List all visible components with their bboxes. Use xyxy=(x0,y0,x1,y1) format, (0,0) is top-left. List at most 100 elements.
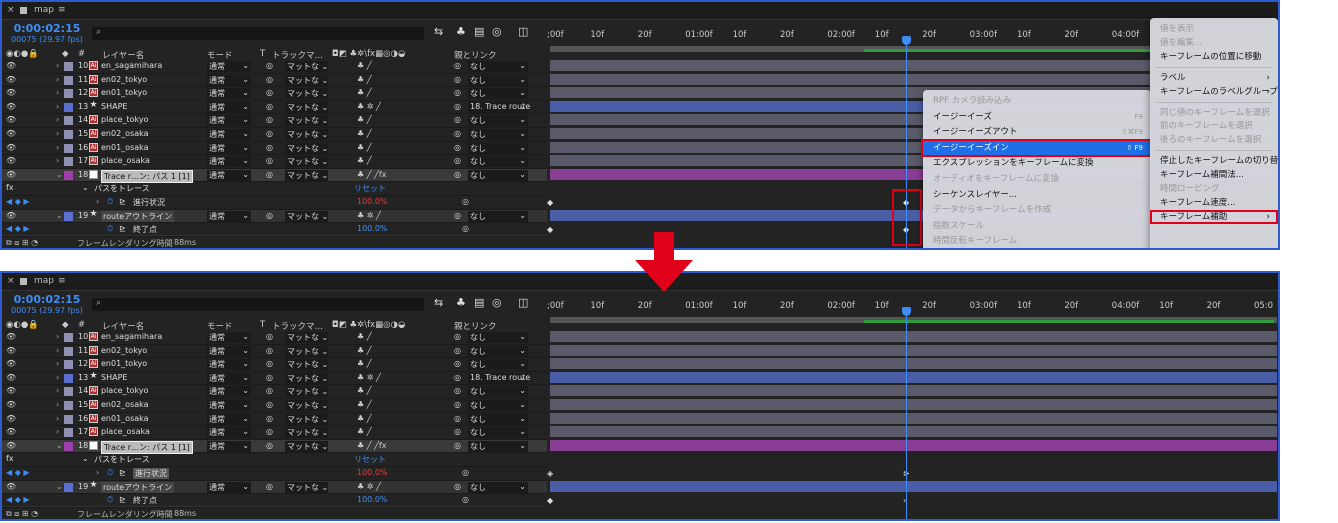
expand-chevron-icon[interactable]: ⌄ xyxy=(82,183,89,192)
stopwatch-icon[interactable]: ⏱ xyxy=(107,495,113,505)
track-matte-pick-icon[interactable]: ◎ xyxy=(266,211,273,220)
visibility-eye-icon[interactable]: 👁 xyxy=(6,129,16,138)
track-matte-pick-icon[interactable]: ◎ xyxy=(266,373,273,382)
parent-select[interactable]: 18. Trace route ⌄ xyxy=(468,101,530,113)
panel-tab[interactable]: × map ≡ xyxy=(2,2,1278,20)
track-matte-pick-icon[interactable]: ◎ xyxy=(266,61,273,70)
track-matte-select[interactable]: マットな ⌄ xyxy=(285,74,328,86)
label-color-swatch[interactable] xyxy=(64,360,73,370)
layer-name[interactable]: SHAPE xyxy=(101,102,127,111)
layer-switches[interactable]: ♣ ╱ xyxy=(357,88,372,97)
visibility-eye-icon[interactable]: 👁 xyxy=(6,359,16,368)
graph-icon[interactable]: ⊵ xyxy=(119,197,126,206)
menu-item[interactable]: キーフレーム速度... xyxy=(1150,196,1278,210)
expand-chevron-icon[interactable]: › xyxy=(56,400,59,409)
parent-select[interactable]: なし ⌄ xyxy=(468,359,528,371)
parent-select[interactable]: なし ⌄ xyxy=(468,345,528,357)
track-matte-pick-icon[interactable]: ◎ xyxy=(266,427,273,436)
visibility-eye-icon[interactable]: 👁 xyxy=(6,88,16,97)
parent-pickwhip-icon[interactable]: ◎ xyxy=(454,346,461,355)
layer-name[interactable]: routeアウトライン xyxy=(101,210,175,222)
track-matte-pick-icon[interactable]: ◎ xyxy=(266,102,273,111)
layer-name[interactable]: en_sagamihara xyxy=(101,61,162,70)
blend-mode-select[interactable]: 通常 ⌄ xyxy=(207,372,251,384)
parent-select[interactable]: なし ⌄ xyxy=(468,332,528,343)
menu-item[interactable]: イージーイーズイン ⇧ F9 xyxy=(921,138,1153,157)
property-end-point[interactable]: 終了点 xyxy=(133,224,157,235)
property-progress-value[interactable]: 100.0% xyxy=(357,197,388,206)
parent-select[interactable]: なし ⌄ xyxy=(468,61,528,72)
expand-chevron-icon[interactable]: › xyxy=(56,88,59,97)
parent-pickwhip-icon[interactable]: ◎ xyxy=(454,115,461,124)
expression-pickwhip-icon[interactable]: ◎ xyxy=(462,197,469,206)
property-end-point-value[interactable]: 100.0% xyxy=(357,495,388,504)
layer-row[interactable]: 👁 › 16 Ai en01_osaka 通常 ⌄ ◎ マットな ⌄ ♣ ╱ ◎ なし ⌄ xyxy=(2,413,547,427)
keyframe-icon[interactable]: ◆ xyxy=(547,496,553,505)
label-color-swatch[interactable] xyxy=(64,157,73,167)
parent-select[interactable]: なし ⌄ xyxy=(468,156,528,168)
motion-blur-icon[interactable]: ◎ xyxy=(492,25,502,38)
menu-item[interactable]: キーフレーム補助 › xyxy=(1150,209,1278,224)
keyframe-nav-icons[interactable]: ◀ ◆ ▶ xyxy=(6,495,30,504)
blend-mode-select[interactable]: 通常 ⌄ xyxy=(207,142,251,154)
parent-select[interactable]: なし ⌄ xyxy=(468,142,528,154)
layer-row[interactable]: 👁 › 15 Ai en02_osaka 通常 ⌄ ◎ マットな ⌄ ♣ ╱ ◎ なし ⌄ xyxy=(2,399,547,413)
playhead-handle[interactable] xyxy=(902,307,911,316)
panel-menu-icon[interactable]: ≡ xyxy=(58,276,66,286)
blend-mode-select[interactable]: 通常 ⌄ xyxy=(207,169,251,181)
expand-chevron-icon[interactable]: › xyxy=(56,332,59,341)
layer-switches[interactable]: ♣ ╱ xyxy=(357,400,372,409)
layer-row[interactable]: 👁 ⌄ 18 Trace r…ン: パス 1 [1] 通常 ⌄ ◎ マットな ⌄ ♣ ╱ ╱fx… xyxy=(2,439,547,454)
layer-name[interactable]: place_tokyo xyxy=(101,115,149,124)
property-progress[interactable]: 進行状況 xyxy=(133,197,165,208)
label-color-swatch[interactable] xyxy=(64,441,73,451)
motion-blur-icon[interactable]: ◎ xyxy=(492,296,502,309)
label-color-swatch[interactable] xyxy=(64,143,73,153)
visibility-eye-icon[interactable]: 👁 xyxy=(6,143,16,152)
render-toggle-icons[interactable]: ⧉ ⧈ ⊞ ◔ xyxy=(6,238,38,248)
timecode-display[interactable]: 0:00:02:15 00075 (29.97 fps) xyxy=(5,23,89,45)
track-matte-pick-icon[interactable]: ◎ xyxy=(266,386,273,395)
blend-mode-select[interactable]: 通常 ⌄ xyxy=(207,386,251,398)
property-progress[interactable]: 進行状況 xyxy=(133,468,169,479)
label-color-swatch[interactable] xyxy=(64,75,73,85)
blend-mode-select[interactable]: 通常 ⌄ xyxy=(207,74,251,86)
keyframe-icon[interactable]: ◈ xyxy=(547,469,553,478)
layer-name[interactable]: place_tokyo xyxy=(101,386,149,395)
layer-switches[interactable]: ♣ ╱ xyxy=(357,156,372,165)
layer-row[interactable]: 👁 › 12 Ai en01_tokyo 通常 ⌄ ◎ マットな ⌄ ♣ ╱ ◎ なし ⌄ xyxy=(2,87,547,101)
label-color-swatch[interactable] xyxy=(64,116,73,126)
layer-row[interactable]: 👁 › 11 Ai en02_tokyo 通常 ⌄ ◎ マットな ⌄ ♣ ╱ ◎ なし ⌄ xyxy=(2,345,547,359)
blend-mode-select[interactable]: 通常 ⌄ xyxy=(207,210,251,222)
blend-mode-select[interactable]: 通常 ⌄ xyxy=(207,481,251,493)
track-matte-select[interactable]: マットな ⌄ xyxy=(285,427,328,439)
layer-search-input[interactable]: ⌕ xyxy=(92,298,424,311)
parent-pickwhip-icon[interactable]: ◎ xyxy=(454,373,461,382)
visibility-eye-icon[interactable]: 👁 xyxy=(6,414,16,423)
parent-pickwhip-icon[interactable]: ◎ xyxy=(454,156,461,165)
property-row[interactable]: ◀ ◆ ▶ › ⏱ ⊵ 進行状況 100.0% ◎ xyxy=(2,196,547,210)
shy-layers-icon[interactable]: ♣ xyxy=(456,25,466,38)
parent-pickwhip-icon[interactable]: ◎ xyxy=(454,143,461,152)
visibility-eye-icon[interactable]: 👁 xyxy=(6,170,16,179)
layer-name[interactable]: en_sagamihara xyxy=(101,332,162,341)
expand-chevron-icon[interactable]: › xyxy=(56,373,59,382)
layer-switches[interactable]: ♣ ╱ xyxy=(357,143,372,152)
expand-chevron-icon[interactable]: › xyxy=(56,102,59,111)
menu-item[interactable]: キーフレーム補間法... xyxy=(1150,168,1278,182)
visibility-eye-icon[interactable]: 👁 xyxy=(6,61,16,70)
track-matte-select[interactable]: マットな ⌄ xyxy=(285,169,328,181)
blend-mode-select[interactable]: 通常 ⌄ xyxy=(207,345,251,357)
layer-switches[interactable]: ♣ ✲ ╱ xyxy=(357,373,381,382)
blend-mode-select[interactable]: 通常 ⌄ xyxy=(207,400,251,411)
menu-item[interactable]: キーフレームの位置に移動 xyxy=(1150,50,1278,64)
parent-select[interactable]: なし ⌄ xyxy=(468,413,528,425)
graph-icon[interactable]: ⊵ xyxy=(119,224,126,233)
expand-chevron-icon[interactable]: › xyxy=(56,427,59,436)
parent-select[interactable]: なし ⌄ xyxy=(468,88,528,100)
layer-duration-bar[interactable] xyxy=(550,331,1277,342)
expand-chevron-icon[interactable]: ⌄ xyxy=(56,441,63,450)
layer-duration-bar[interactable] xyxy=(550,480,1277,492)
layer-name[interactable]: en01_osaka xyxy=(101,414,149,423)
shy-layers-icon[interactable]: ♣ xyxy=(456,296,466,309)
